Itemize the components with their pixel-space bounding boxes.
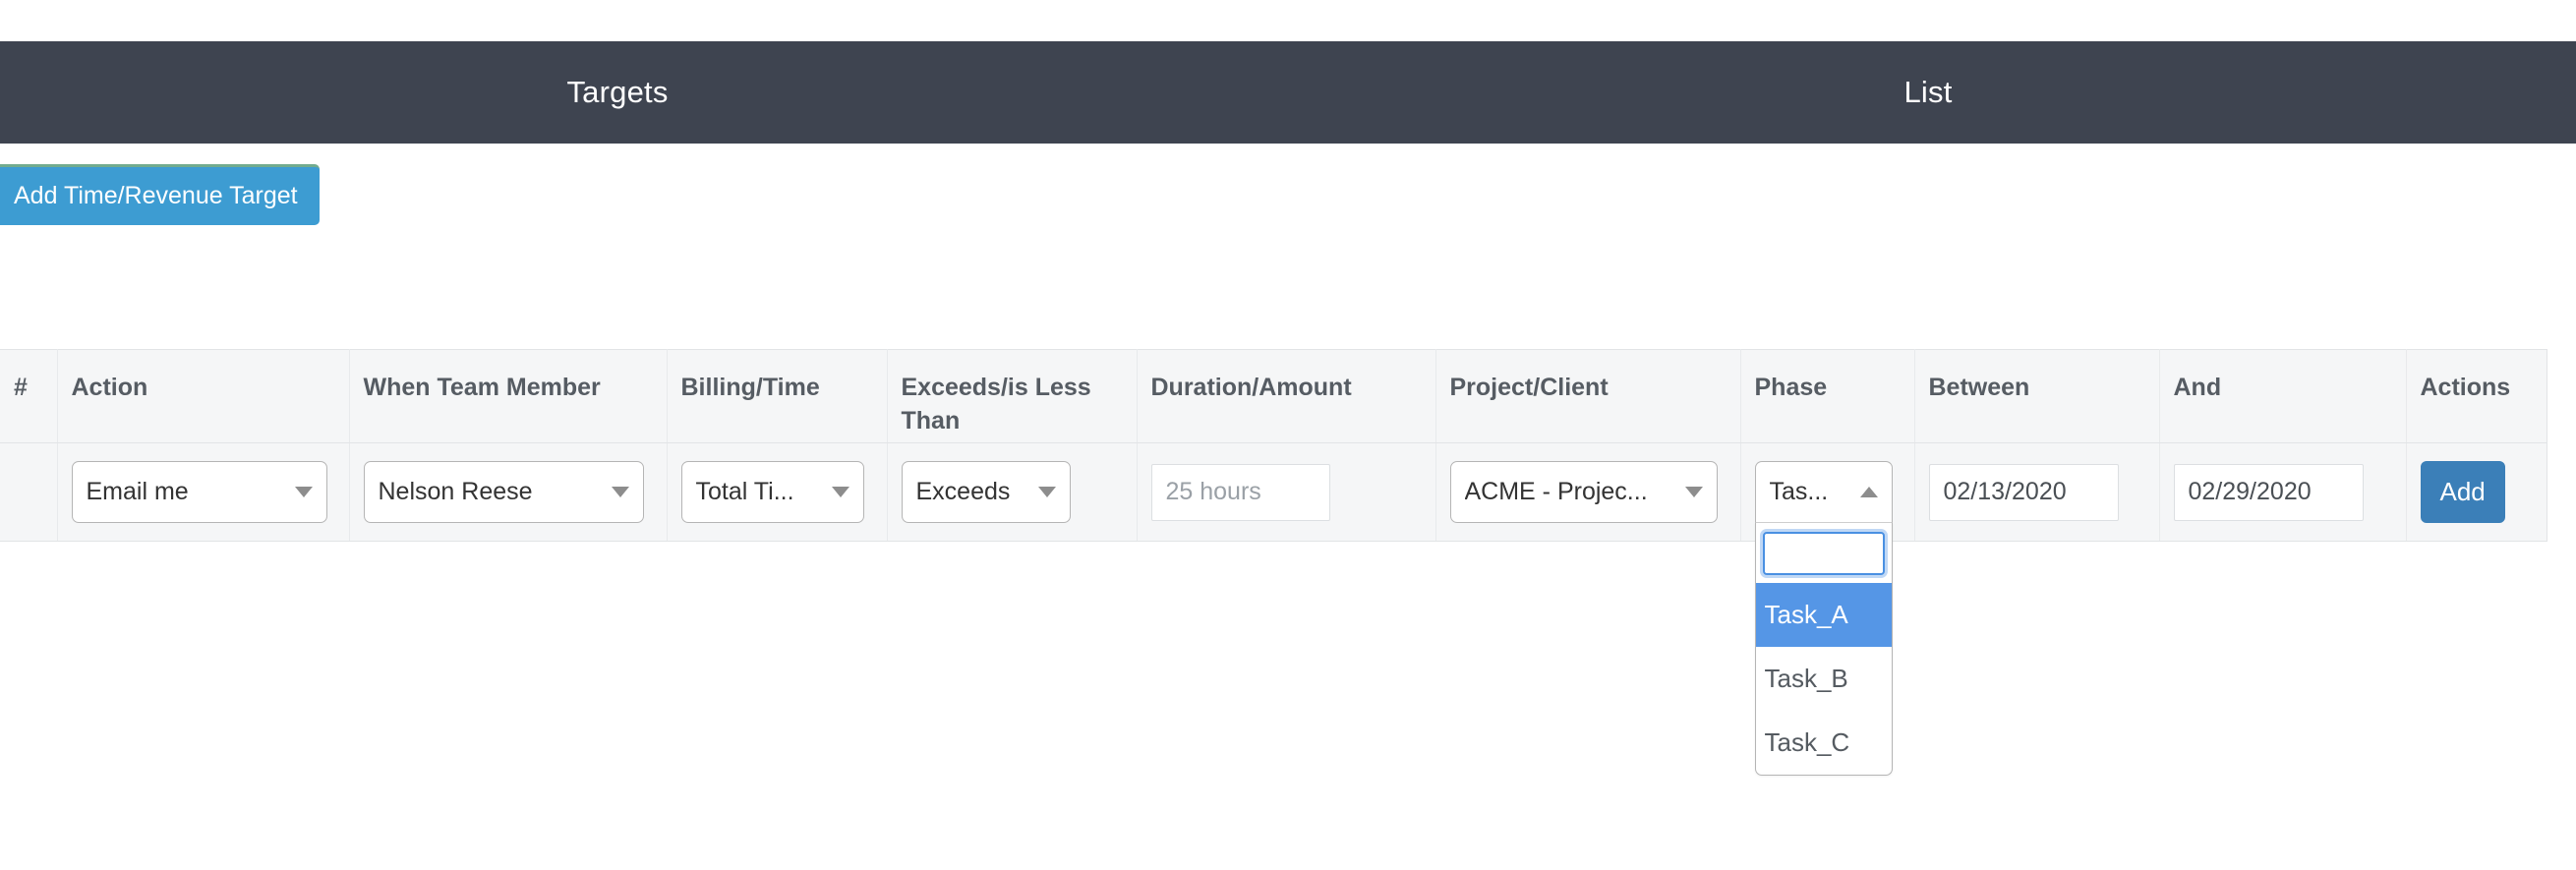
- exceeds-select-value: Exceeds: [915, 478, 1011, 505]
- phase-search-input[interactable]: [1762, 532, 1885, 575]
- column-header-action: Action: [57, 349, 350, 443]
- action-select-value: Email me: [86, 478, 189, 505]
- cell-actions: Add: [2406, 442, 2547, 542]
- cell-action: Email me: [57, 442, 350, 542]
- cell-project-client: ACME - Projec...: [1435, 442, 1741, 542]
- chevron-down-icon: [831, 487, 849, 497]
- phase-option-task-c[interactable]: Task_C: [1756, 711, 1892, 775]
- phase-option-task-b[interactable]: Task_B: [1756, 647, 1892, 711]
- column-header-between: Between: [1914, 349, 2160, 443]
- project-client-select[interactable]: ACME - Projec...: [1449, 461, 1718, 523]
- phase-select-wrapper: Tas... Task_A Task_B Task_C: [1754, 461, 1893, 776]
- chevron-down-icon: [611, 487, 629, 497]
- column-header-exceeds: Exceeds/is Less Than: [887, 349, 1138, 443]
- column-header-and: And: [2159, 349, 2407, 443]
- project-client-select-value: ACME - Projec...: [1464, 478, 1648, 505]
- column-header-actions: Actions: [2406, 349, 2547, 443]
- phase-select-value: Tas...: [1769, 478, 1829, 505]
- tab-targets[interactable]: Targets: [0, 75, 1235, 110]
- between-date-input[interactable]: [1928, 463, 2119, 521]
- column-header-duration: Duration/Amount: [1137, 349, 1436, 443]
- column-header-index: #: [0, 349, 58, 443]
- cell-exceeds: Exceeds: [887, 442, 1138, 542]
- billing-time-select-value: Total Ti...: [695, 478, 794, 505]
- cell-duration: [1137, 442, 1436, 542]
- add-row-button[interactable]: Add: [2420, 461, 2505, 523]
- table-row: Email me Nelson Reese Total Ti... Exceed…: [0, 442, 2547, 776]
- duration-amount-input[interactable]: [1150, 463, 1330, 521]
- phase-select[interactable]: Tas...: [1754, 461, 1893, 523]
- table-header-row: # Action When Team Member Billing/Time E…: [0, 349, 2547, 443]
- cell-billing-time: Total Ti...: [667, 442, 888, 542]
- column-header-project: Project/Client: [1435, 349, 1741, 443]
- exceeds-select[interactable]: Exceeds: [901, 461, 1071, 523]
- cell-team-member: Nelson Reese: [349, 442, 668, 542]
- action-select[interactable]: Email me: [71, 461, 327, 523]
- chevron-down-icon: [294, 487, 313, 497]
- chevron-up-icon: [1859, 487, 1878, 497]
- chevron-down-icon: [1684, 487, 1703, 497]
- column-header-phase: Phase: [1740, 349, 1915, 443]
- targets-table: # Action When Team Member Billing/Time E…: [0, 349, 2547, 776]
- column-header-billing-time: Billing/Time: [667, 349, 888, 443]
- phase-dropdown-menu: Task_A Task_B Task_C: [1754, 523, 1893, 776]
- chevron-down-icon: [1037, 487, 1056, 497]
- phase-dropdown-search-wrapper: [1756, 523, 1892, 583]
- tab-list[interactable]: List: [1235, 75, 2576, 110]
- column-header-team-member: When Team Member: [349, 349, 668, 443]
- cell-between: [1914, 442, 2160, 542]
- billing-time-select[interactable]: Total Ti...: [680, 461, 864, 523]
- team-member-select-value: Nelson Reese: [378, 478, 533, 505]
- cell-and: [2159, 442, 2407, 542]
- cell-phase: Tas... Task_A Task_B Task_C: [1740, 442, 1915, 776]
- and-date-input[interactable]: [2173, 463, 2364, 521]
- phase-option-task-a[interactable]: Task_A: [1755, 583, 1892, 647]
- add-time-revenue-target-button[interactable]: Add Time/Revenue Target: [0, 164, 320, 225]
- cell-index: [0, 442, 58, 542]
- top-navbar: Targets List: [0, 41, 2576, 144]
- team-member-select[interactable]: Nelson Reese: [363, 461, 644, 523]
